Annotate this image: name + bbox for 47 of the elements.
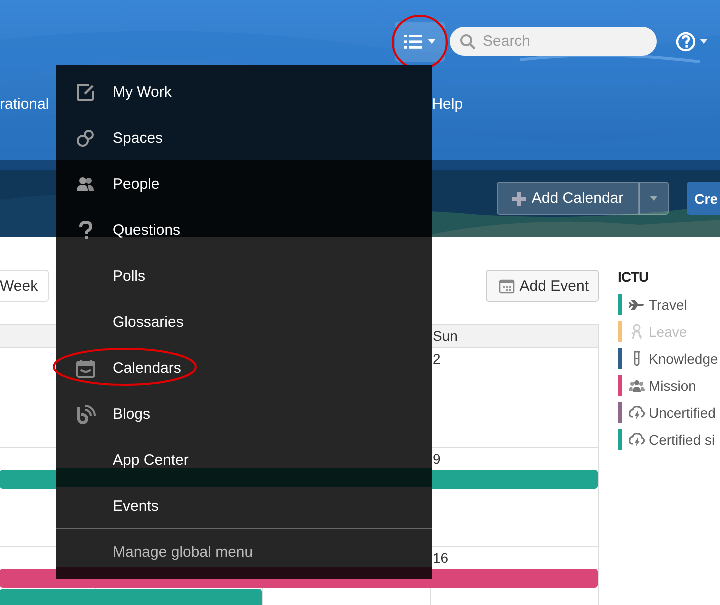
people-icon <box>76 174 96 194</box>
manage-menu-link[interactable]: Manage global menu <box>56 529 432 575</box>
date-number: 16 <box>433 550 449 566</box>
calendar-icon <box>76 358 96 378</box>
menu-item[interactable]: Blogs <box>56 391 432 437</box>
date-number: 2 <box>433 351 441 367</box>
legend-item[interactable]: Travel <box>618 294 718 315</box>
search-field[interactable]: Search <box>450 27 657 56</box>
edit-icon <box>76 82 96 102</box>
menu-item[interactable]: My Work <box>56 69 432 115</box>
nav-link[interactable]: Help <box>432 83 464 127</box>
menu-item[interactable]: Spaces <box>56 115 432 161</box>
calendar-icon <box>498 278 515 294</box>
menu-item[interactable]: Glossaries <box>56 299 432 345</box>
menu-item[interactable]: Events <box>56 483 432 529</box>
help-icon <box>676 32 696 52</box>
blog-icon <box>76 404 96 424</box>
menu-item[interactable]: App Center <box>56 437 432 483</box>
legend-title: ICTU <box>618 269 650 285</box>
add-calendar-button[interactable]: Add Calendar <box>496 182 639 215</box>
view-button[interactable]: Week <box>0 270 50 302</box>
create-button[interactable]: Cre <box>686 182 720 215</box>
nav-link[interactable]: rational <box>0 83 50 127</box>
menu-item[interactable]: Questions <box>56 207 432 253</box>
group-icon <box>629 378 645 394</box>
rings-icon <box>76 128 96 148</box>
legend-item[interactable]: Certified si <box>618 429 718 450</box>
plus-icon <box>512 192 526 206</box>
search-icon <box>460 34 476 50</box>
menu-button[interactable] <box>395 22 445 62</box>
legend-item[interactable]: Uncertified <box>618 402 718 423</box>
list-icon <box>404 34 422 48</box>
help-button[interactable] <box>676 32 708 52</box>
add-event-button[interactable]: Add Event <box>486 270 599 302</box>
date-number: 9 <box>433 451 441 467</box>
menu-item[interactable]: People <box>56 161 432 207</box>
cloud-icon <box>629 432 645 448</box>
menu-item[interactable]: Polls <box>56 253 432 299</box>
caret-icon <box>650 196 658 201</box>
legend-item[interactable]: Knowledge <box>618 348 718 369</box>
legend-item[interactable]: Mission <box>618 375 718 396</box>
caret-icon <box>428 39 436 44</box>
caret-icon <box>700 39 708 44</box>
cloud-icon <box>629 404 645 420</box>
dropdown-button[interactable] <box>638 182 669 215</box>
menu-item[interactable]: Calendars <box>56 345 432 391</box>
day-header: Sun <box>433 328 458 344</box>
